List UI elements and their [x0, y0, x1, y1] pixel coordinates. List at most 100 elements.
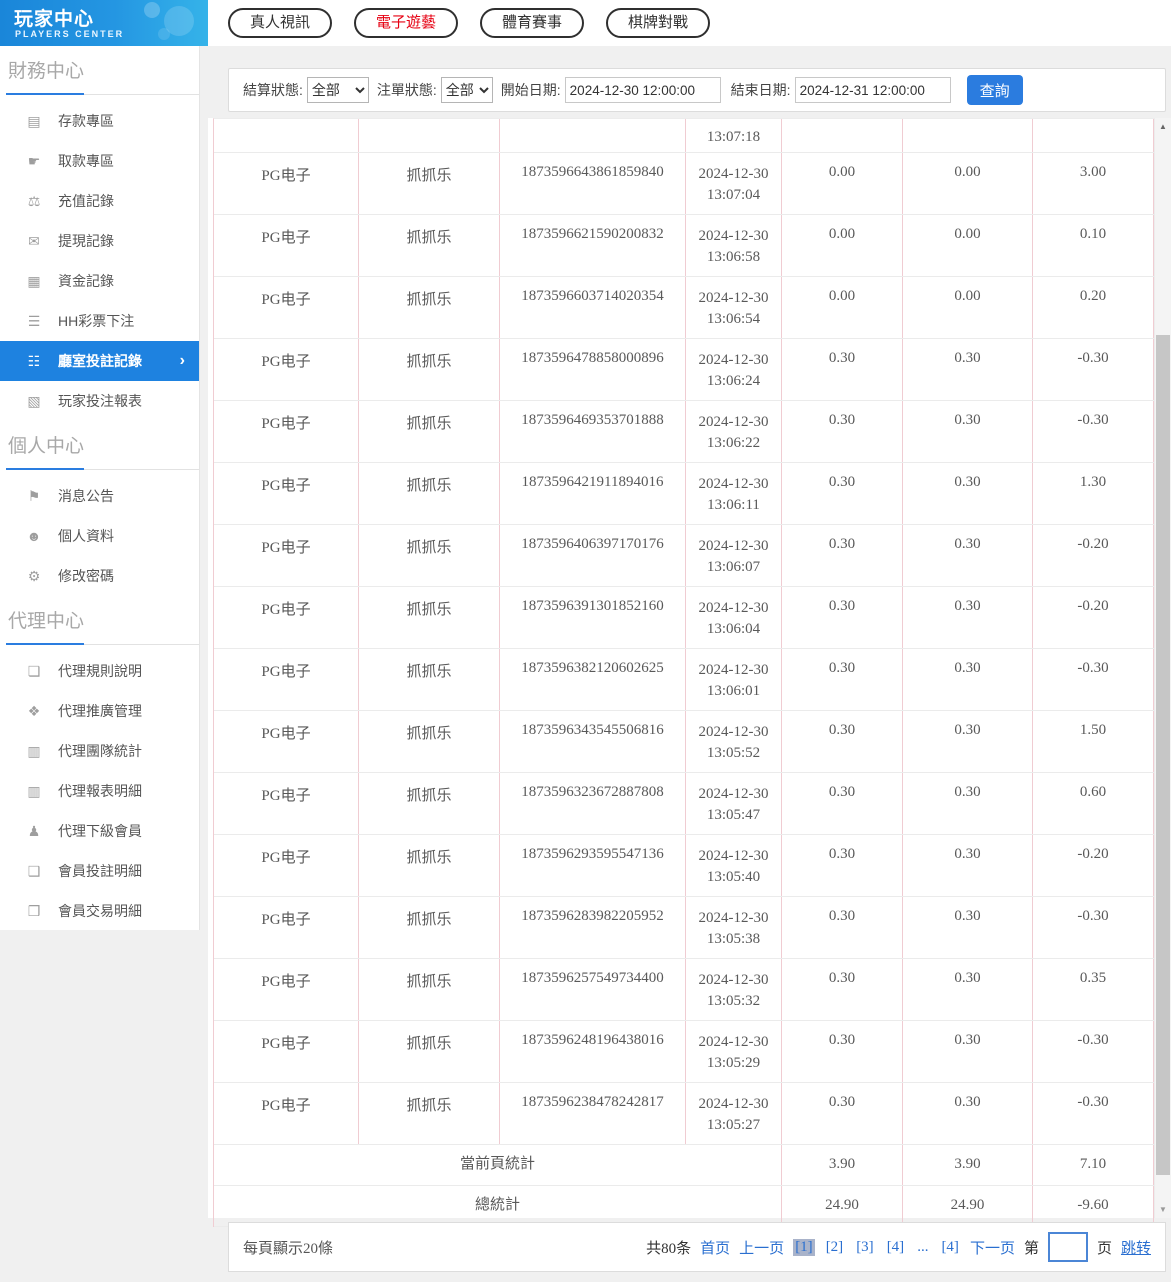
win-loss-cell: 0.20: [1033, 277, 1154, 338]
sidebar-item[interactable]: ❏代理規則說明: [0, 651, 199, 691]
tab-item[interactable]: 真人視訊: [228, 8, 332, 38]
vertical-scrollbar[interactable]: ▲ ▼: [1154, 118, 1171, 1218]
game-cell: 抓抓乐: [359, 277, 500, 338]
valid-bet-cell: 0.30: [782, 1021, 903, 1082]
tab-item[interactable]: 棋牌對戰: [606, 8, 710, 38]
sidebar-item-label: 取款專區: [58, 151, 114, 171]
sidebar-item[interactable]: ☰HH彩票下注: [0, 301, 199, 341]
filter-bar: 結算狀態: 全部 注單狀態: 全部 開始日期: 結束日期: 查詢: [228, 68, 1166, 112]
bet-amount-cell: 0.00: [903, 153, 1033, 214]
sidebar-item[interactable]: ▦資金記錄: [0, 261, 199, 301]
order-no-cell: 1873596478858000896: [500, 339, 686, 400]
summary-valid-bet-cell: 24.90: [782, 1186, 903, 1226]
table-row: PG电子抓抓乐18735962575497344002024-12-3013:0…: [214, 959, 1154, 1021]
platform-cell: PG电子: [214, 1021, 359, 1082]
page-link[interactable]: [2]: [824, 1239, 846, 1256]
time-cell: 2024-12-3013:05:52: [686, 711, 782, 772]
sidebar-item[interactable]: ☻個人資料: [0, 516, 199, 556]
tab-active[interactable]: 電子遊藝: [354, 8, 458, 38]
platform-cell: PG电子: [214, 277, 359, 338]
empty-cell: [359, 119, 500, 152]
bet-amount-cell: 0.30: [903, 401, 1033, 462]
scroll-down-arrow-icon[interactable]: ▼: [1155, 1201, 1171, 1218]
page-link[interactable]: [4]: [885, 1239, 907, 1256]
sidebar-item[interactable]: ☷廳室投註記錄›: [0, 341, 199, 381]
prev-page-link[interactable]: 上一页: [739, 1237, 784, 1258]
order-no-cell: 1873596406397170176: [500, 525, 686, 586]
sidebar-item[interactable]: ▧玩家投注報表: [0, 381, 199, 421]
bet-amount-cell: 0.30: [903, 773, 1033, 834]
platform-cell: PG电子: [214, 959, 359, 1020]
sidebar-item-label: 廳室投註記錄: [58, 351, 142, 371]
scrollbar-thumb[interactable]: [1156, 335, 1170, 1175]
game-cell: 抓抓乐: [359, 649, 500, 710]
withdraw-record-icon: ✉: [24, 233, 44, 250]
end-date-input[interactable]: [795, 77, 951, 103]
summary-label-cell: 總統計: [214, 1186, 782, 1226]
order-no-cell: 1873596603714020354: [500, 277, 686, 338]
sidebar-section-title: 代理中心: [8, 608, 199, 636]
order-status-select[interactable]: 全部: [441, 77, 493, 103]
summary-win-loss-cell: 7.10: [1033, 1145, 1154, 1185]
sidebar-item[interactable]: ❑會員投註明細: [0, 851, 199, 891]
sidebar-item[interactable]: ⚑消息公告: [0, 476, 199, 516]
game-cell: 抓抓乐: [359, 463, 500, 524]
sidebar-item[interactable]: ❖代理推廣管理: [0, 691, 199, 731]
valid-bet-cell: 0.30: [782, 835, 903, 896]
sidebar-item-label: 存款專區: [58, 111, 114, 131]
valid-bet-cell: 0.30: [782, 711, 903, 772]
pager-controls: 共80条 首页 上一页 [1][2][3][4]...[4] 下一页 第 页 跳…: [646, 1232, 1151, 1262]
tab-item[interactable]: 體育賽事: [480, 8, 584, 38]
page-link[interactable]: ...: [915, 1239, 930, 1256]
page-link-active[interactable]: [1]: [793, 1239, 815, 1256]
order-no-cell: 1873596382120602625: [500, 649, 686, 710]
sidebar-item[interactable]: ✉提現記錄: [0, 221, 199, 261]
sidebar-item[interactable]: ⚖充值記錄: [0, 181, 199, 221]
report-detail-icon: ▥: [24, 783, 44, 800]
sidebar-item[interactable]: ▥代理報表明細: [0, 771, 199, 811]
settle-status-select[interactable]: 全部: [307, 77, 369, 103]
profile-person-icon: ☻: [24, 528, 44, 544]
search-button[interactable]: 查詢: [967, 75, 1023, 105]
sidebar-item[interactable]: ▥代理團隊統計: [0, 731, 199, 771]
deposit-card-icon: ▤: [24, 113, 44, 130]
win-loss-cell: -0.30: [1033, 649, 1154, 710]
app-title: 玩家中心: [14, 4, 94, 31]
sidebar-item-label: 代理推廣管理: [58, 701, 142, 721]
order-no-cell: 1873596248196438016: [500, 1021, 686, 1082]
empty-cell: [782, 119, 903, 152]
order-no-cell: 1873596421911894016: [500, 463, 686, 524]
sidebar-item[interactable]: ❒會員交易明細: [0, 891, 199, 931]
first-page-link[interactable]: 首页: [700, 1237, 730, 1258]
time-cell: 2024-12-3013:05:29: [686, 1021, 782, 1082]
sidebar-item[interactable]: ⚙修改密碼: [0, 556, 199, 596]
win-loss-cell: -0.30: [1033, 897, 1154, 958]
sidebar-item[interactable]: ♟代理下級會員: [0, 811, 199, 851]
time-cell: 2024-12-3013:06:54: [686, 277, 782, 338]
valid-bet-cell: 0.30: [782, 587, 903, 648]
next-page-link[interactable]: 下一页: [970, 1237, 1015, 1258]
page-link[interactable]: [4]: [939, 1239, 961, 1256]
table-row: PG电子抓抓乐18735966438618598402024-12-3013:0…: [214, 153, 1154, 215]
sidebar-item[interactable]: ☛取款專區: [0, 141, 199, 181]
order-no-cell: 1873596391301852160: [500, 587, 686, 648]
goto-page-input[interactable]: [1048, 1232, 1088, 1262]
category-tabbar: 真人視訊電子遊藝體育賽事棋牌對戰: [208, 0, 1171, 46]
goto-prefix-label: 第: [1024, 1237, 1039, 1258]
time-cell: 2024-12-3013:05:32: [686, 959, 782, 1020]
chevron-right-icon: ›: [180, 352, 185, 370]
time-cell: 2024-12-3013:06:01: [686, 649, 782, 710]
platform-cell: PG电子: [214, 835, 359, 896]
table-row: PG电子抓抓乐18735962481964380162024-12-3013:0…: [214, 1021, 1154, 1083]
start-date-input[interactable]: [565, 77, 721, 103]
scroll-up-arrow-icon[interactable]: ▲: [1155, 118, 1171, 135]
jump-link[interactable]: 跳转: [1121, 1237, 1151, 1258]
valid-bet-cell: 0.30: [782, 1083, 903, 1144]
recharge-record-icon: ⚖: [24, 193, 44, 210]
bet-amount-cell: 0.30: [903, 649, 1033, 710]
bet-amount-cell: 0.30: [903, 959, 1033, 1020]
page-link[interactable]: [3]: [854, 1239, 876, 1256]
table-row: PG电子抓抓乐18735964063971701762024-12-3013:0…: [214, 525, 1154, 587]
order-no-cell: 1873596643861859840: [500, 153, 686, 214]
sidebar-item[interactable]: ▤ 存款專區: [0, 101, 199, 141]
